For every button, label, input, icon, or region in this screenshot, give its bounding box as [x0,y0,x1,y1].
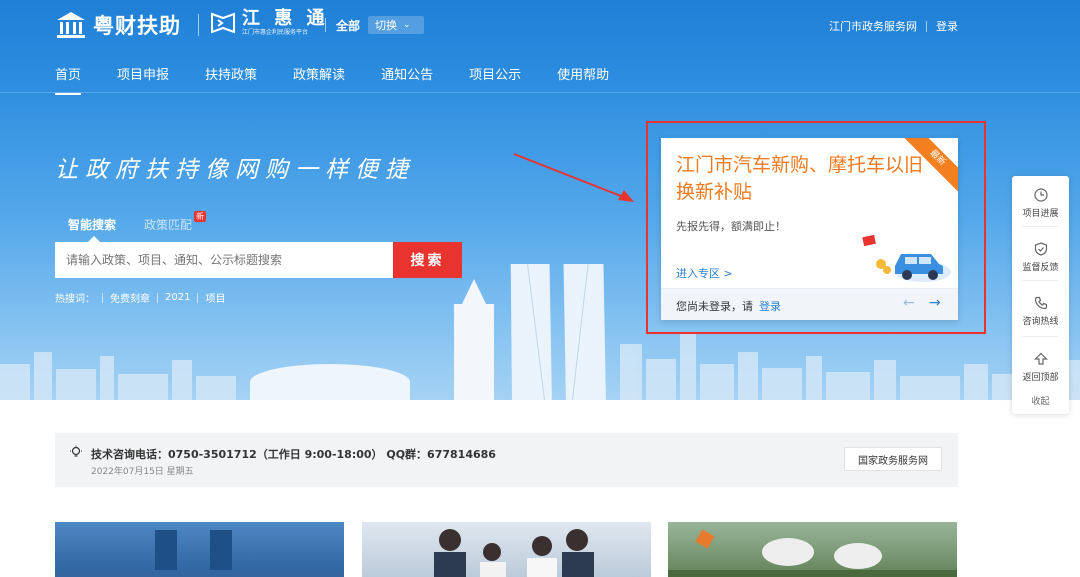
top-bar: 粤财扶助 江 惠 通 江门市惠企利民服务平台 全部 切换 ⌄ 江门市政务服务网 … [0,0,1080,50]
link-divider [926,20,927,32]
hot-word-link[interactable]: 项目 [205,290,225,305]
hot-divider [157,292,158,303]
annotation-arrow-icon [513,153,634,202]
tab-smart-search[interactable]: 智能搜索 [68,216,117,242]
car-illustration-icon [862,234,951,282]
nav-divider [0,92,1080,93]
search-tabs: 智能搜索 政策匹配 新 [68,211,220,242]
side-item-label: 返回顶部 [1022,373,1059,383]
region-switch-button[interactable]: 切换 ⌄ [368,16,424,34]
region-divider [325,18,326,32]
national-portal-button[interactable]: 国家政务服务网 [844,447,942,471]
notice-title[interactable]: 江门市汽车新购、摩托车以旧换新补贴 [676,152,936,206]
tab-policy-match[interactable]: 政策匹配 新 [144,211,207,233]
hot-word-link[interactable]: 2021 [165,292,190,303]
side-divider [1022,280,1059,281]
new-badge: 新 [194,211,207,222]
next-arrow-icon[interactable]: → [929,295,941,311]
lightbulb-icon [70,445,82,457]
nav-item-notices[interactable]: 通知公告 [381,64,433,95]
book-logo-icon [211,12,235,34]
nav-item-home[interactable]: 首页 [55,64,82,95]
logo-divider [198,14,199,36]
feature-image-agriculture[interactable] [668,522,957,577]
gov-portal-link[interactable]: 江门市政务服务网 [829,18,917,34]
nav-item-project-publicity[interactable]: 项目公示 [469,64,521,95]
side-item-project-progress[interactable]: 项目进展 [1012,188,1069,219]
top-links: 江门市政务服务网 登录 [829,18,958,34]
nav-item-project-apply[interactable]: 项目申报 [117,64,169,95]
nav-item-help[interactable]: 使用帮助 [557,64,609,95]
sub-brand-logo[interactable]: 江 惠 通 江门市惠企利民服务平台 [210,10,329,36]
region-label: 全部 [336,19,361,33]
arrow-up-icon [1033,352,1048,365]
login-prompt: 您尚未登录，请 登录 [676,298,781,314]
hot-search-words: 热搜词： 免费刻章 2021 项目 [55,290,225,305]
hot-divider [197,292,199,303]
nav-item-policy-interpretation[interactable]: 政策解读 [293,64,345,95]
city-towers-image [55,530,344,577]
notice-subtitle: 先报先得，额满即止！ [676,220,786,233]
search-button[interactable]: 搜索 [393,242,462,278]
switch-label: 切换 [375,19,397,32]
current-date: 2022年07月15日 星期五 [91,467,194,477]
side-item-label: 监督反馈 [1022,263,1059,273]
clock-icon [1033,188,1048,202]
tab-policy-match-label: 政策匹配 [144,218,193,232]
collapse-button[interactable]: 收起 [1012,394,1069,407]
side-item-label: 咨询热线 [1022,317,1059,327]
side-divider [1022,226,1059,227]
gloved-hands-plant-image [668,529,957,577]
brand-logo[interactable]: 粤财扶助 [55,10,181,40]
prev-arrow-icon[interactable]: ← [903,295,915,311]
hot-divider [102,292,103,303]
notice-card[interactable]: 最新 江门市汽车新购、摩托车以旧换新补贴 先报先得，额满即止！ 进入专区 > 您… [661,138,958,320]
search-input[interactable] [55,242,393,278]
notice-card-footer: 您尚未登录，请 登录 ← → [661,288,958,320]
consult-info: 技术咨询电话：0750-3501712（工作日 9:00-18:00） QQ群：… [91,448,496,461]
feature-image-people[interactable] [362,522,651,577]
card-login-link[interactable]: 登录 [759,300,781,313]
sub-brand-tagline: 江门市惠企利民服务平台 [242,29,309,36]
hot-word-link[interactable]: 免费刻章 [110,290,150,305]
nav-item-support-policy[interactable]: 扶持政策 [205,64,257,95]
login-prompt-text: 您尚未登录，请 [676,300,753,313]
main-nav: 首页 项目申报 扶持政策 政策解读 通知公告 项目公示 使用帮助 [55,64,645,95]
side-item-supervision-feedback[interactable]: 监督反馈 [1012,242,1069,273]
side-item-hotline[interactable]: 咨询热线 [1012,296,1069,327]
feature-image-city[interactable] [55,522,344,577]
hero-slogan: 让政府扶持像网购一样便捷 [55,157,415,183]
building-logo-icon [57,12,85,38]
sub-brand-name: 江 惠 通 [242,8,329,29]
phone-icon [1034,296,1047,310]
side-item-label: 项目进展 [1022,209,1059,219]
chevron-down-icon: ⌄ [403,20,411,30]
side-divider [1022,336,1059,337]
side-item-back-to-top[interactable]: 返回顶部 [1012,352,1069,383]
side-float-panel: 项目进展 监督反馈 咨询热线 返回顶部 收起 [1012,176,1069,414]
enter-zone-link[interactable]: 进入专区 > [676,265,733,281]
business-people-image [434,529,594,577]
shield-icon [1034,242,1047,256]
hot-search-label: 热搜词： [55,294,95,305]
login-link[interactable]: 登录 [936,18,958,34]
tab-smart-search-label: 智能搜索 [68,218,117,232]
brand-name: 粤财扶助 [93,14,181,38]
contact-info-bar: 技术咨询电话：0750-3501712（工作日 9:00-18:00） QQ群：… [55,433,958,487]
